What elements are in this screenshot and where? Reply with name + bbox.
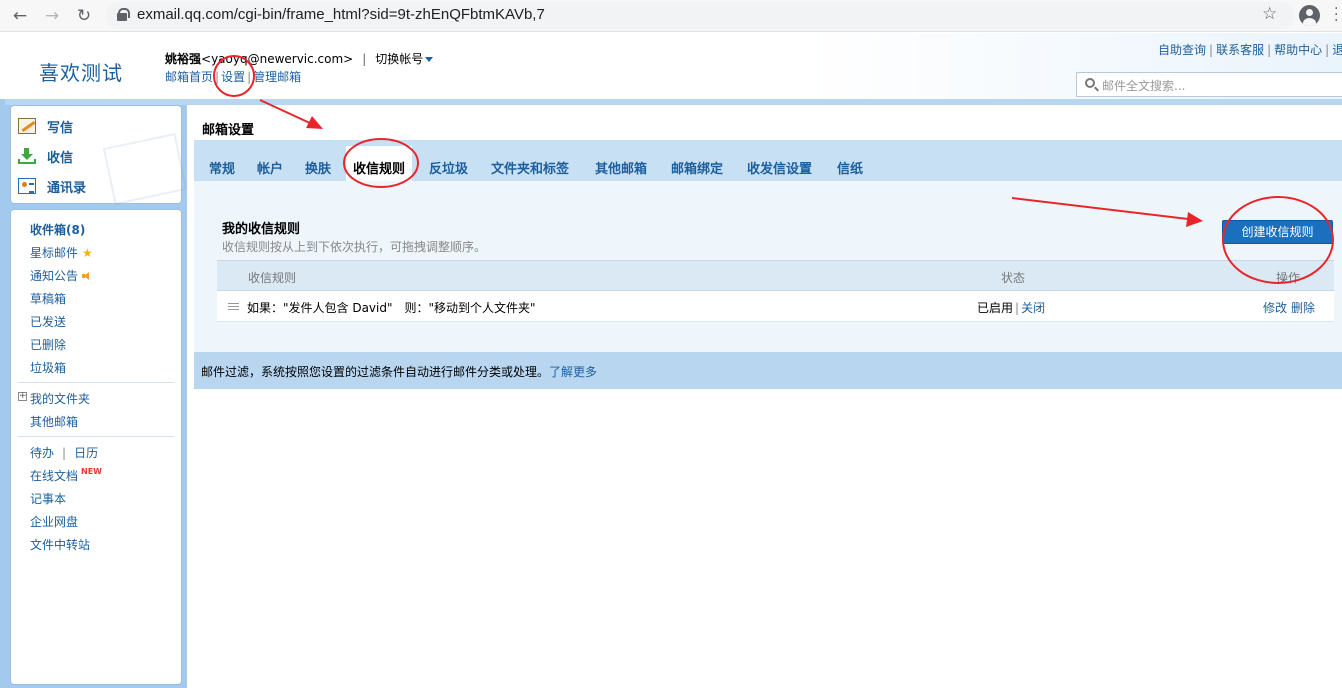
app-header: 喜欢测试 姚裕强<yaoyq@newervic.com> | 切换帐号 邮箱首页 | 设… bbox=[0, 33, 1342, 101]
logout-link[interactable]: 退 bbox=[1332, 43, 1342, 57]
folder-sent[interactable]: 已发送 bbox=[30, 313, 66, 330]
folder-notices[interactable]: 通知公告 bbox=[30, 267, 92, 284]
table-row[interactable]: 如果："发件人包含 David" 则："移动到个人文件夹" 已启用 | 关闭 修改删… bbox=[217, 291, 1334, 322]
info-description: 邮件过滤，系统按照您设置的过滤条件自动进行邮件分类或处理。 bbox=[201, 365, 550, 379]
tab-send-receive-settings[interactable]: 收发信设置 bbox=[747, 158, 812, 177]
column-header-status: 状态 bbox=[1001, 271, 1026, 285]
tab-mailbox-binding[interactable]: 邮箱绑定 bbox=[671, 158, 723, 177]
self-service-link[interactable]: 自助查询 bbox=[1158, 43, 1206, 57]
tab-folders-labels[interactable]: 文件夹和标签 bbox=[491, 158, 569, 177]
online-docs-label: 在线文档 bbox=[30, 469, 79, 483]
rule-description: 如果："发件人包含 David" 则："移动到个人文件夹" bbox=[247, 301, 536, 315]
star-icon: ★ bbox=[82, 246, 93, 260]
info-text: 邮件过滤，系统按照您设置的过滤条件自动进行邮件分类或处理。了解更多 bbox=[201, 363, 597, 380]
profile-avatar-icon[interactable] bbox=[1299, 5, 1320, 26]
mail-home-link[interactable]: 邮箱首页 bbox=[165, 70, 213, 84]
browser-menu-icon[interactable]: · · · bbox=[1334, 2, 1340, 28]
compose-label: 写信 bbox=[47, 121, 74, 136]
todo-link[interactable]: 待办 bbox=[30, 446, 54, 460]
disable-rule-link[interactable]: 关闭 bbox=[1021, 301, 1045, 315]
reload-icon[interactable]: ↻ bbox=[73, 5, 95, 27]
column-header-rule: 收信规则 bbox=[248, 271, 297, 285]
address-book-label: 通讯录 bbox=[47, 181, 87, 196]
folder-notices-label: 通知公告 bbox=[30, 269, 79, 283]
inbox-download-icon bbox=[18, 148, 36, 164]
edit-rule-link[interactable]: 修改 bbox=[1263, 301, 1287, 315]
rules-section-title: 我的收信规则 bbox=[222, 222, 301, 237]
rules-table: 收信规则 状态 操作 如果："发件人包含 David" 则："移动到个人文件夹"… bbox=[217, 260, 1334, 323]
receive-label: 收信 bbox=[47, 151, 74, 166]
my-folders-link[interactable]: 我的文件夹 bbox=[30, 390, 90, 407]
separator: | bbox=[362, 52, 367, 66]
forward-arrow-icon[interactable]: → bbox=[41, 5, 63, 27]
rule-status: 已启用 | 关闭 bbox=[977, 301, 1046, 315]
calendar-link[interactable]: 日历 bbox=[74, 446, 98, 460]
settings-link[interactable]: 设置 bbox=[221, 70, 245, 84]
file-transfer-link[interactable]: 文件中转站 bbox=[30, 536, 90, 553]
rule-actions: 修改 删除 bbox=[1263, 299, 1315, 316]
tab-other-mailbox[interactable]: 其他邮箱 bbox=[595, 158, 647, 177]
folder-deleted[interactable]: 已删除 bbox=[30, 336, 66, 353]
status-enabled: 已启用 bbox=[977, 301, 1014, 315]
folder-starred-label: 星标邮件 bbox=[30, 246, 79, 260]
netdisk-link[interactable]: 企业网盘 bbox=[30, 513, 78, 530]
user-email: <yaoyq@newervic.com> bbox=[201, 52, 354, 66]
search-placeholder: 邮件全文搜索... bbox=[1102, 79, 1186, 93]
company-logo[interactable]: 喜欢测试 bbox=[39, 57, 123, 86]
new-badge: NEW bbox=[81, 467, 102, 476]
url-text: exmail.qq.com/cgi-bin/frame_html?sid=9t-… bbox=[137, 6, 545, 23]
drag-handle-icon[interactable] bbox=[228, 303, 239, 310]
back-arrow-icon[interactable]: ← bbox=[9, 5, 31, 27]
create-rule-button[interactable]: 创建收信规则 bbox=[1222, 220, 1333, 244]
divider bbox=[18, 436, 174, 437]
column-header-actions: 操作 bbox=[1276, 271, 1301, 285]
contact-support-link[interactable]: 联系客服 bbox=[1216, 43, 1264, 57]
folder-inbox[interactable]: 收件箱(8) bbox=[30, 221, 85, 238]
divider bbox=[18, 382, 174, 383]
address-book-icon bbox=[18, 178, 36, 194]
user-info: 姚裕强<yaoyq@newervic.com> | 切换帐号 bbox=[165, 50, 434, 67]
rules-section-description: 收信规则按从上到下依次执行，可拖拽调整顺序。 bbox=[222, 240, 487, 254]
top-right-links: 自助查询 | 联系客服 | 帮助中心 | 退 bbox=[1158, 41, 1342, 58]
chevron-down-icon[interactable] bbox=[425, 57, 434, 62]
help-center-link[interactable]: 帮助中心 bbox=[1274, 43, 1322, 57]
browser-toolbar: ← → ↻ exmail.qq.com/cgi-bin/frame_html?s… bbox=[0, 0, 1342, 32]
search-input[interactable]: 邮件全文搜索... bbox=[1076, 72, 1342, 97]
switch-account-link[interactable]: 切换帐号 bbox=[375, 52, 423, 66]
tab-skin[interactable]: 换肤 bbox=[305, 158, 331, 177]
header-nav-links: 邮箱首页 | 设置 | 管理邮箱 bbox=[165, 70, 302, 84]
expand-plus-icon[interactable]: + bbox=[18, 392, 27, 401]
manage-mailbox-link[interactable]: 管理邮箱 bbox=[253, 70, 301, 84]
search-icon[interactable] bbox=[1085, 78, 1095, 88]
table-header: 收信规则 状态 操作 bbox=[217, 260, 1334, 291]
tab-inbox-rules[interactable]: 收信规则 bbox=[346, 146, 413, 181]
bookmark-star-icon[interactable]: ☆ bbox=[1262, 4, 1277, 24]
todo-calendar-links: 待办 | 日历 bbox=[30, 446, 99, 460]
page-title: 邮箱设置 bbox=[202, 123, 255, 138]
delete-rule-link[interactable]: 删除 bbox=[1291, 301, 1315, 315]
tab-antispam[interactable]: 反垃圾 bbox=[429, 158, 468, 177]
compose-icon bbox=[18, 118, 36, 134]
address-bar[interactable]: exmail.qq.com/cgi-bin/frame_html?sid=9t-… bbox=[105, 2, 1295, 29]
tab-general[interactable]: 常规 bbox=[209, 158, 235, 177]
tab-stationery[interactable]: 信纸 bbox=[837, 158, 863, 177]
notes-link[interactable]: 记事本 bbox=[30, 490, 66, 507]
folder-starred[interactable]: 星标邮件 ★ bbox=[30, 244, 93, 261]
other-mailbox-link[interactable]: 其他邮箱 bbox=[30, 413, 78, 430]
learn-more-link[interactable]: 了解更多 bbox=[549, 365, 597, 379]
speaker-icon bbox=[82, 271, 92, 281]
folder-drafts[interactable]: 草稿箱 bbox=[30, 290, 66, 307]
tab-account[interactable]: 帐户 bbox=[257, 158, 283, 177]
main-empty-area bbox=[187, 389, 1342, 688]
folder-spam[interactable]: 垃圾箱 bbox=[30, 359, 66, 376]
user-name: 姚裕强 bbox=[165, 52, 202, 66]
lock-icon bbox=[117, 8, 130, 21]
online-docs-link[interactable]: 在线文档 NEW bbox=[30, 467, 102, 484]
